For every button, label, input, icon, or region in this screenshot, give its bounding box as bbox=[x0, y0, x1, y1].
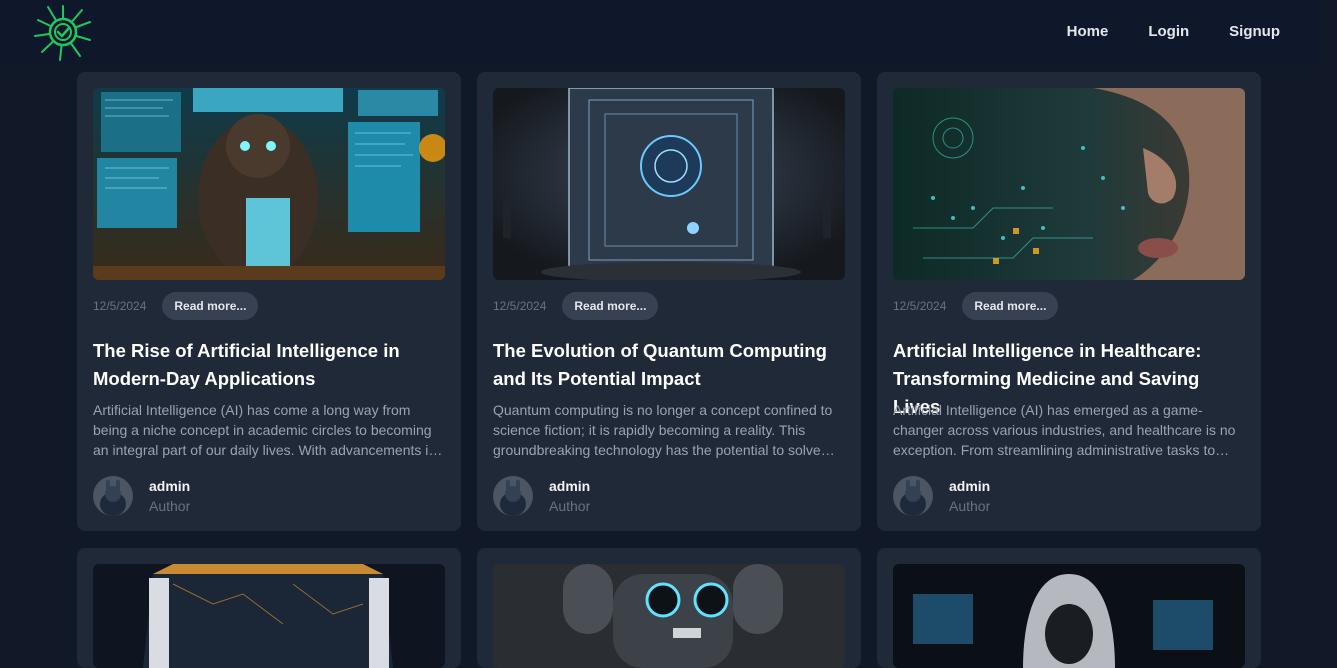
post-author: admin Author bbox=[893, 476, 990, 516]
post-date: 12/5/2024 bbox=[93, 299, 147, 313]
post-card[interactable]: 12/5/2024 Read more... The Rise of Artif… bbox=[77, 72, 461, 531]
nav-home-link[interactable]: Home bbox=[1067, 22, 1109, 42]
post-excerpt: Quantum computing is no longer a concept… bbox=[493, 402, 833, 458]
sun-check-logo-icon[interactable] bbox=[32, 2, 94, 62]
post-meta: 12/5/2024 Read more... bbox=[493, 292, 659, 320]
post-card[interactable] bbox=[477, 548, 861, 668]
post-title[interactable]: The Evolution of Quantum Computing and I… bbox=[493, 337, 849, 393]
post-card[interactable]: 12/5/2024 Read more... Artificial Intell… bbox=[877, 72, 1261, 531]
quantum-computer-image[interactable] bbox=[493, 88, 845, 280]
circuit-cube-image[interactable] bbox=[93, 564, 445, 668]
author-role: Author bbox=[549, 498, 591, 514]
post-meta: 12/5/2024 Read more... bbox=[93, 292, 259, 320]
author-avatar bbox=[493, 476, 533, 516]
post-card[interactable] bbox=[77, 548, 461, 668]
navbar: Home Login Signup bbox=[0, 0, 1320, 65]
author-avatar bbox=[893, 476, 933, 516]
nav-login-link[interactable]: Login bbox=[1148, 22, 1189, 42]
post-excerpt: Artificial Intelligence (AI) has emerged… bbox=[893, 402, 1236, 458]
post-date: 12/5/2024 bbox=[893, 299, 947, 313]
ai-hacker-robot-image[interactable] bbox=[93, 88, 445, 280]
post-date: 12/5/2024 bbox=[493, 299, 547, 313]
author-avatar bbox=[93, 476, 133, 516]
author-role: Author bbox=[149, 498, 191, 514]
post-author: admin Author bbox=[93, 476, 190, 516]
post-excerpt: Artificial Intelligence (AI) has come a … bbox=[93, 402, 437, 458]
nav-signup-link[interactable]: Signup bbox=[1229, 22, 1280, 42]
author-name: admin bbox=[549, 478, 591, 494]
author-name: admin bbox=[949, 478, 991, 494]
read-more-button[interactable]: Read more... bbox=[562, 292, 659, 320]
nav-links: Home Login Signup bbox=[1067, 22, 1280, 42]
post-card[interactable] bbox=[877, 548, 1261, 668]
post-meta: 12/5/2024 Read more... bbox=[893, 292, 1059, 320]
post-title[interactable]: The Rise of Artificial Intelligence in M… bbox=[93, 337, 449, 393]
robot-headphones-image[interactable] bbox=[493, 564, 845, 668]
post-author: admin Author bbox=[493, 476, 590, 516]
hooded-hacker-image[interactable] bbox=[893, 564, 1245, 668]
read-more-button[interactable]: Read more... bbox=[162, 292, 259, 320]
ai-healthcare-face-image[interactable] bbox=[893, 88, 1245, 280]
author-name: admin bbox=[149, 478, 191, 494]
author-role: Author bbox=[949, 498, 991, 514]
read-more-button[interactable]: Read more... bbox=[962, 292, 1059, 320]
post-card[interactable]: 12/5/2024 Read more... The Evolution of … bbox=[477, 72, 861, 531]
